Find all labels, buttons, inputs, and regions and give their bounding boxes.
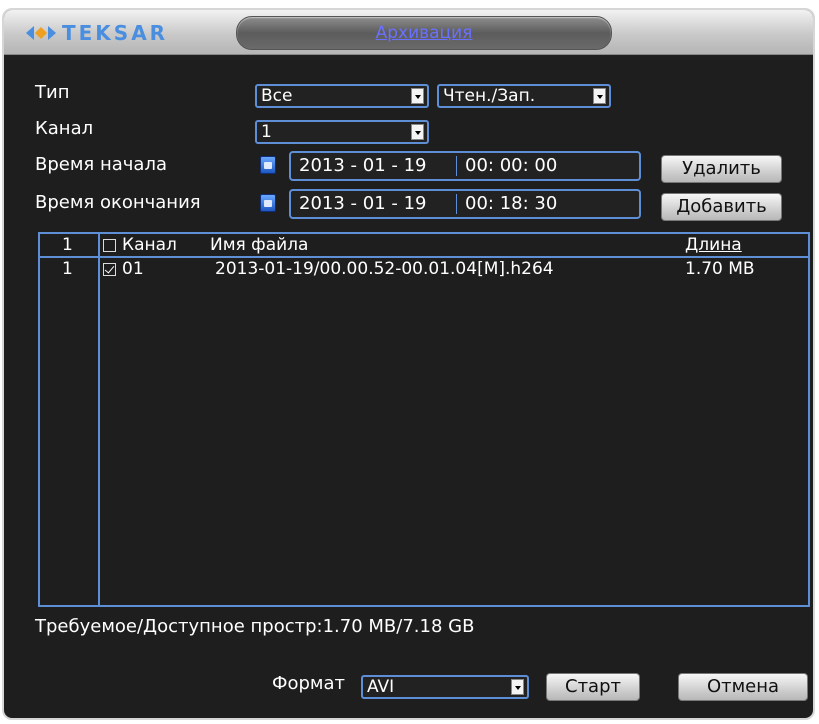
- type-label: Тип: [35, 82, 70, 103]
- type-select-value: Все: [261, 86, 293, 106]
- window-title: Архивация: [375, 23, 473, 43]
- row-filename: 2013-01-19/00.00.52-00.01.04[M].h264: [215, 259, 554, 279]
- logo-text: TEKSAR: [62, 21, 169, 45]
- channel-select-value: 1: [261, 122, 272, 142]
- delete-button[interactable]: Удалить: [661, 155, 782, 183]
- mode-select-value: Чтен./Зап.: [443, 86, 536, 106]
- start-datetime-field[interactable]: 2013 - 01 - 19 00: 00: 00: [289, 151, 641, 181]
- end-time-label: Время окончания: [35, 192, 201, 213]
- cancel-button[interactable]: Отмена: [678, 673, 808, 701]
- row-length: 1.70 MB: [685, 259, 755, 279]
- space-info: Требуемое/Доступное простр:1.70 MB/7.18 …: [35, 616, 475, 637]
- date-time-divider: [456, 194, 457, 214]
- title-capsule: Архивация: [236, 16, 612, 50]
- format-select-value: AVI: [367, 677, 395, 697]
- header-index: 1: [62, 235, 73, 255]
- start-time-label: Время начала: [35, 154, 167, 175]
- select-all-checkbox[interactable]: [103, 239, 116, 252]
- calendar-icon[interactable]: [260, 194, 276, 212]
- format-label: Формат: [272, 673, 346, 694]
- header-channel[interactable]: Канал: [122, 234, 177, 256]
- start-button[interactable]: Старт: [546, 673, 640, 701]
- date-time-divider: [456, 156, 457, 176]
- channel-label: Канал: [35, 118, 94, 139]
- brand-logo: TEKSAR: [26, 20, 168, 46]
- chevron-down-icon[interactable]: [511, 679, 524, 695]
- archive-window: TEKSAR Архивация Тип Все Чтен./Зап. Кана…: [2, 8, 815, 720]
- add-button[interactable]: Добавить: [661, 193, 782, 221]
- row-index: 1: [62, 259, 73, 279]
- header-filename[interactable]: Имя файла: [210, 234, 308, 256]
- row-channel: 01: [122, 259, 144, 279]
- type-select[interactable]: Все: [255, 84, 429, 108]
- column-divider: [98, 234, 100, 605]
- end-time-value[interactable]: 00: 18: 30: [465, 191, 557, 217]
- channel-select[interactable]: 1: [255, 120, 429, 144]
- row-checkbox[interactable]: [103, 263, 116, 276]
- format-select[interactable]: AVI: [361, 675, 529, 699]
- start-time-value[interactable]: 00: 00: 00: [465, 153, 557, 179]
- header-length[interactable]: Длина: [685, 234, 742, 256]
- chevron-down-icon[interactable]: [593, 88, 606, 104]
- calendar-icon[interactable]: [260, 156, 276, 174]
- title-bar: TEKSAR Архивация: [4, 10, 813, 55]
- start-date-value[interactable]: 2013 - 01 - 19: [299, 153, 427, 179]
- file-table: 1 Канал Имя файла Длина 1 01 2013-01-19/…: [38, 232, 810, 607]
- end-datetime-field[interactable]: 2013 - 01 - 19 00: 18: 30: [289, 189, 641, 219]
- table-row[interactable]: 1 01 2013-01-19/00.00.52-00.01.04[M].h26…: [40, 258, 808, 280]
- chevron-down-icon[interactable]: [411, 124, 424, 140]
- mode-select[interactable]: Чтен./Зап.: [437, 84, 611, 108]
- chevron-down-icon[interactable]: [411, 88, 424, 104]
- end-date-value[interactable]: 2013 - 01 - 19: [299, 191, 427, 217]
- logo-diamond-icon: [26, 26, 56, 40]
